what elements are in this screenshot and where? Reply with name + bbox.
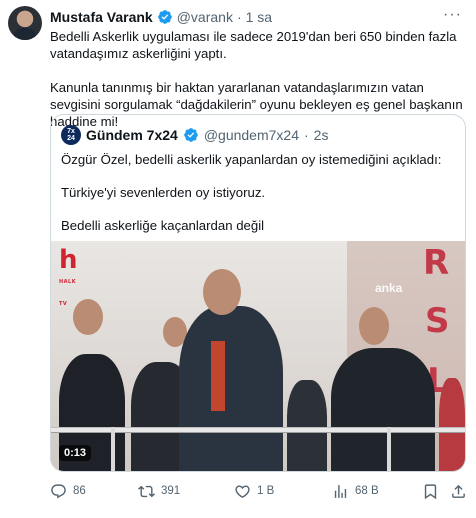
- sign-letter: S: [425, 301, 450, 341]
- views-chart-icon: [334, 484, 347, 498]
- bookmark-button[interactable]: [422, 480, 439, 502]
- tweet-time[interactable]: 1 sa: [246, 9, 272, 25]
- separator-dot: ·: [304, 127, 309, 143]
- like-button[interactable]: 1 B: [234, 480, 274, 502]
- tweet-paragraph-1: Bedelli Askerlik uygulaması ile sadece 2…: [50, 29, 457, 61]
- verified-badge-icon: [183, 127, 199, 143]
- video-player[interactable]: R S L h HALK TV anka 0:13: [51, 241, 465, 471]
- heart-icon: [235, 484, 250, 498]
- quote-avatar[interactable]: 7x 24: [61, 125, 81, 145]
- quote-author-handle[interactable]: @gundem7x24: [204, 127, 299, 143]
- quote-paragraph-1: Özgür Özel, bedelli askerlik yapanlardan…: [61, 152, 442, 167]
- video-speaker-tie: [211, 341, 225, 411]
- separator-dot: ·: [236, 9, 242, 25]
- quote-header: 7x 24 Gündem 7x24 @gundem7x24 · 2s: [61, 125, 328, 145]
- reply-count: 86: [73, 485, 86, 497]
- bookmark-icon: [424, 483, 437, 499]
- video-person-head: [203, 269, 241, 315]
- share-icon: [452, 484, 465, 498]
- verified-badge-icon: [157, 9, 173, 25]
- logo-subtext: HALK TV: [59, 279, 77, 307]
- video-speaker: [179, 306, 283, 471]
- anka-watermark: anka: [375, 281, 403, 295]
- author-handle[interactable]: @varank: [177, 9, 233, 25]
- video-duration: 0:13: [59, 445, 92, 461]
- quote-time[interactable]: 2s: [314, 127, 329, 143]
- action-bar: 86 391 1 B 68 B: [50, 480, 470, 502]
- sign-letter: R: [423, 243, 450, 283]
- author-avatar[interactable]: [8, 6, 42, 40]
- like-count: 1 B: [257, 485, 275, 497]
- views-count: 68 B: [355, 485, 379, 497]
- quoted-tweet[interactable]: 7x 24 Gündem 7x24 @gundem7x24 · 2s Özgür …: [50, 114, 466, 472]
- share-button[interactable]: [450, 480, 467, 502]
- tweet-header: Mustafa Varank @varank · 1 sa: [50, 8, 272, 26]
- reply-button[interactable]: 86: [50, 480, 86, 502]
- video-person-head: [359, 307, 389, 345]
- tweet[interactable]: Mustafa Varank @varank · 1 sa ··· Bedell…: [0, 0, 476, 518]
- retweet-button[interactable]: 391: [138, 480, 180, 502]
- quote-paragraph-2: Türkiye'yi sevenlerden oy istiyoruz.: [61, 185, 266, 200]
- quote-text: Özgür Özel, bedelli askerlik yapanlardan…: [61, 151, 457, 250]
- video-railing-post: [387, 427, 391, 471]
- halk-tv-logo: h HALK TV: [59, 247, 81, 307]
- more-options-icon[interactable]: ···: [443, 6, 462, 24]
- video-person: [287, 380, 327, 471]
- quote-paragraph-3: Bedelli askerliğe kaçanlardan değil: [61, 218, 265, 233]
- reply-icon: [51, 483, 66, 498]
- quote-author-name[interactable]: Gündem 7x24: [86, 127, 178, 143]
- retweet-count: 391: [161, 485, 181, 497]
- views-button[interactable]: 68 B: [332, 480, 379, 502]
- video-person: [331, 348, 435, 471]
- author-name[interactable]: Mustafa Varank: [50, 9, 153, 25]
- video-person: [439, 378, 465, 471]
- retweet-icon: [138, 485, 155, 497]
- video-railing-post: [111, 427, 115, 471]
